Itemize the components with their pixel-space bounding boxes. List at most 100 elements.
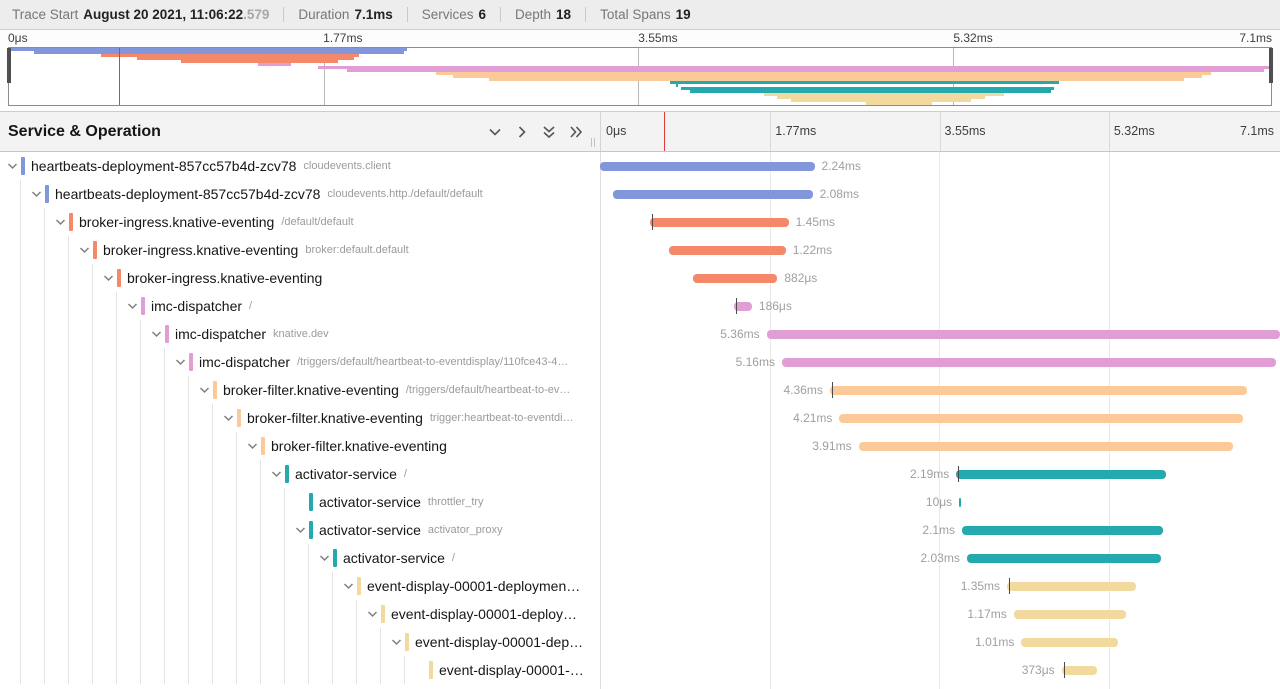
expander-chevron-icon[interactable] (364, 600, 381, 628)
span-timeline-cell[interactable]: 186μs (600, 292, 1280, 320)
span-duration-bar[interactable] (1014, 610, 1126, 619)
collapse-all-button[interactable] (541, 124, 557, 140)
expander-chevron-icon[interactable] (292, 516, 309, 544)
span-timeline-cell[interactable]: 2.08ms (600, 180, 1280, 208)
span-timeline-cell[interactable]: 1.17ms (600, 600, 1280, 628)
expander-chevron-icon[interactable] (76, 236, 93, 264)
span-name-cell[interactable]: activator-serviceactivator_proxy (0, 516, 600, 544)
span-name-cell[interactable]: event-display-00001-deploymen… (0, 572, 600, 600)
span-name-cell[interactable]: imc-dispatcher/ (0, 292, 600, 320)
column-resizer-grip[interactable] (591, 138, 595, 147)
span-name-cell[interactable]: event-display-00001-dep… (0, 628, 600, 656)
span-duration-bar[interactable] (1021, 638, 1118, 647)
span-timeline-cell[interactable]: 2.19ms (600, 460, 1280, 488)
span-name-cell[interactable]: event-display-00001-… (0, 656, 600, 684)
span-row[interactable]: imc-dispatcher/triggers/default/heartbea… (0, 348, 1280, 376)
span-timeline-cell[interactable]: 4.36ms (600, 376, 1280, 404)
expander-chevron-icon[interactable] (316, 544, 333, 572)
minimap-scrubber-handle-right[interactable] (1269, 48, 1273, 83)
expander-chevron-icon[interactable] (52, 208, 69, 236)
span-duration-bar[interactable] (959, 498, 961, 507)
span-row[interactable]: imc-dispatcherknative.dev5.36ms (0, 320, 1280, 348)
span-timeline-cell[interactable]: 1.45ms (600, 208, 1280, 236)
span-duration-bar[interactable] (650, 218, 789, 227)
span-duration-bar[interactable] (956, 470, 1166, 479)
span-duration-bar[interactable] (967, 554, 1161, 563)
span-timeline-cell[interactable]: 1.01ms (600, 628, 1280, 656)
expander-chevron-icon[interactable] (28, 180, 45, 208)
span-timeline-cell[interactable]: 10μs (600, 488, 1280, 516)
span-row[interactable]: event-display-00001-dep…1.01ms (0, 628, 1280, 656)
span-timeline-cell[interactable]: 2.24ms (600, 152, 1280, 180)
span-duration-bar[interactable] (693, 274, 777, 283)
span-row[interactable]: event-display-00001-deploy…1.17ms (0, 600, 1280, 628)
span-name-cell[interactable]: event-display-00001-deploy… (0, 600, 600, 628)
span-row[interactable]: event-display-00001-…373μs (0, 656, 1280, 684)
span-duration-bar[interactable] (669, 246, 786, 255)
span-name-cell[interactable]: broker-ingress.knative-eventingbroker:de… (0, 236, 600, 264)
span-row[interactable]: broker-ingress.knative-eventing882μs (0, 264, 1280, 292)
span-timeline-cell[interactable]: 5.16ms (600, 348, 1280, 376)
span-name-cell[interactable]: activator-service/ (0, 544, 600, 572)
span-timeline-cell[interactable]: 4.21ms (600, 404, 1280, 432)
timeline-axis-header[interactable]: 0μs 1.77ms 3.55ms 5.32ms 7.1ms (601, 112, 1280, 151)
expander-chevron-icon[interactable] (244, 432, 261, 460)
span-name-cell[interactable]: broker-filter.knative-eventing/triggers/… (0, 376, 600, 404)
expander-chevron-icon[interactable] (268, 460, 285, 488)
span-timeline-cell[interactable]: 1.22ms (600, 236, 1280, 264)
expander-chevron-icon[interactable] (100, 264, 117, 292)
span-duration-bar[interactable] (782, 358, 1276, 367)
expand-one-button[interactable] (514, 124, 530, 140)
span-duration-bar[interactable] (767, 330, 1280, 339)
span-duration-bar[interactable] (1007, 582, 1136, 591)
span-duration-bar[interactable] (859, 442, 1233, 451)
expander-chevron-icon[interactable] (340, 572, 357, 600)
span-timeline-cell[interactable]: 882μs (600, 264, 1280, 292)
span-name-cell[interactable]: broker-filter.knative-eventing (0, 432, 600, 460)
span-row[interactable]: broker-filter.knative-eventing/triggers/… (0, 376, 1280, 404)
span-row[interactable]: broker-filter.knative-eventing3.91ms (0, 432, 1280, 460)
span-timeline-cell[interactable]: 3.91ms (600, 432, 1280, 460)
span-timeline-cell[interactable]: 2.03ms (600, 544, 1280, 572)
span-duration-bar[interactable] (962, 526, 1163, 535)
span-duration-bar[interactable] (600, 162, 815, 171)
span-row[interactable]: broker-filter.knative-eventingtrigger:he… (0, 404, 1280, 432)
span-timeline-cell[interactable]: 1.35ms (600, 572, 1280, 600)
expand-all-button[interactable] (568, 124, 584, 140)
span-duration-bar[interactable] (613, 190, 812, 199)
expander-chevron-icon[interactable] (220, 404, 237, 432)
span-duration-bar[interactable] (839, 414, 1242, 423)
span-row[interactable]: activator-service/2.03ms (0, 544, 1280, 572)
expander-chevron-icon[interactable] (196, 376, 213, 404)
minimap-scrubber-handle-left[interactable] (7, 48, 11, 83)
span-timeline-cell[interactable]: 373μs (600, 656, 1280, 684)
collapse-one-button[interactable] (487, 124, 503, 140)
expander-chevron-icon[interactable] (4, 152, 21, 180)
span-name-cell[interactable]: broker-ingress.knative-eventing/default/… (0, 208, 600, 236)
span-name-cell[interactable]: broker-ingress.knative-eventing (0, 264, 600, 292)
expander-chevron-icon[interactable] (124, 292, 141, 320)
span-name-cell[interactable]: heartbeats-deployment-857cc57b4d-zcv78cl… (0, 152, 600, 180)
expander-chevron-icon[interactable] (388, 628, 405, 656)
minimap-canvas[interactable] (8, 47, 1272, 106)
span-row[interactable]: broker-ingress.knative-eventing/default/… (0, 208, 1280, 236)
span-row[interactable]: activator-serviceactivator_proxy2.1ms (0, 516, 1280, 544)
span-row[interactable]: event-display-00001-deploymen…1.35ms (0, 572, 1280, 600)
span-name-cell[interactable]: broker-filter.knative-eventingtrigger:he… (0, 404, 600, 432)
span-row[interactable]: activator-service/2.19ms (0, 460, 1280, 488)
span-name-cell[interactable]: heartbeats-deployment-857cc57b4d-zcv78cl… (0, 180, 600, 208)
span-row[interactable]: heartbeats-deployment-857cc57b4d-zcv78cl… (0, 180, 1280, 208)
span-name-cell[interactable]: imc-dispatcher/triggers/default/heartbea… (0, 348, 600, 376)
span-timeline-cell[interactable]: 2.1ms (600, 516, 1280, 544)
span-row[interactable]: imc-dispatcher/186μs (0, 292, 1280, 320)
expander-chevron-icon[interactable] (148, 320, 165, 348)
span-row[interactable]: activator-servicethrottler_try10μs (0, 488, 1280, 516)
expander-chevron-icon[interactable] (172, 348, 189, 376)
span-name-cell[interactable]: imc-dispatcherknative.dev (0, 320, 600, 348)
span-duration-bar[interactable] (1062, 666, 1098, 675)
span-name-cell[interactable]: activator-service/ (0, 460, 600, 488)
span-name-cell[interactable]: activator-servicethrottler_try (0, 488, 600, 516)
span-timeline-cell[interactable]: 5.36ms (600, 320, 1280, 348)
span-row[interactable]: broker-ingress.knative-eventingbroker:de… (0, 236, 1280, 264)
span-duration-bar[interactable] (830, 386, 1248, 395)
